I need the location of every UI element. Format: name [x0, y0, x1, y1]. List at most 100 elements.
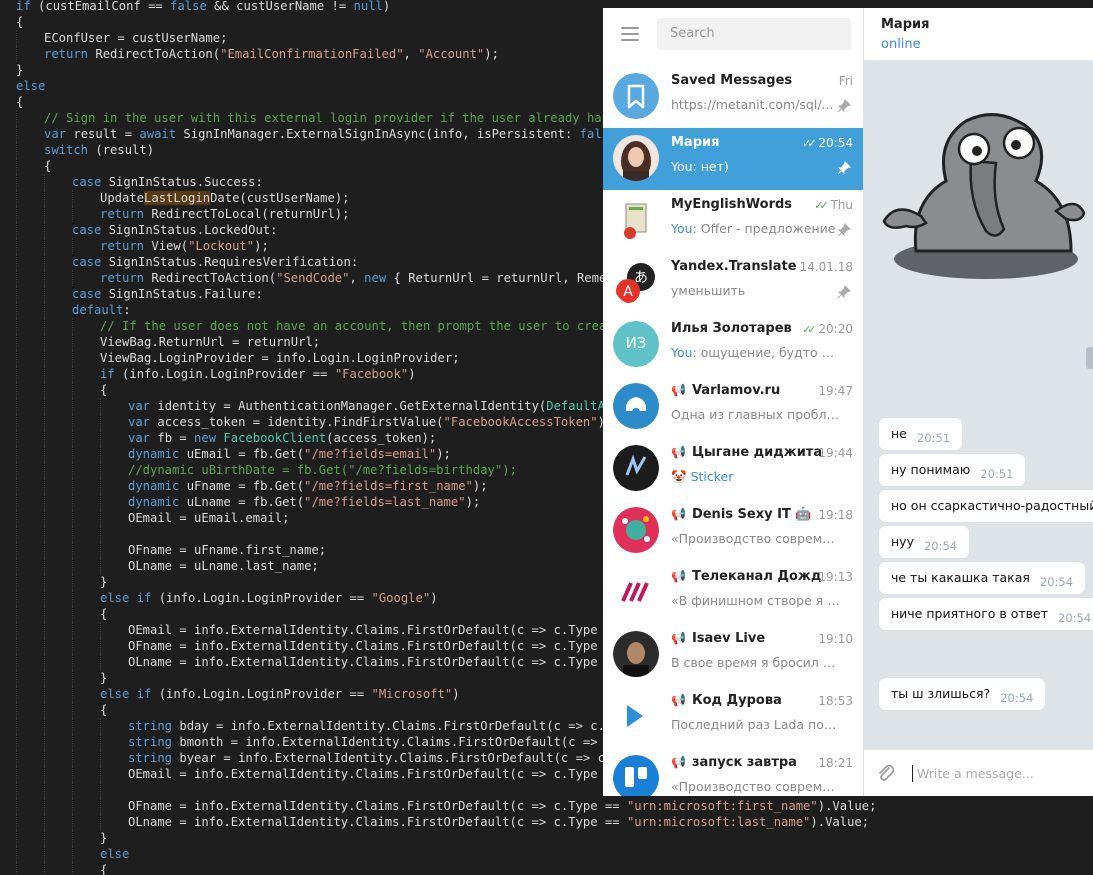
- code-token: else: [100, 847, 130, 861]
- code-token: OFname = info.ExternalIdentity.Claims.Fi…: [128, 799, 627, 813]
- conversation-panel: Мария online не 20:51 ну понимаю 20:51 но он…: [863, 8, 1093, 796]
- indent-guide: [16, 206, 44, 222]
- message-bubble[interactable]: ну понимаю 20:51: [879, 454, 1026, 486]
- indent-guide: [16, 110, 44, 126]
- chat-item[interactable]: Saved Messages Fri https://metanit.com/sql…: [603, 66, 863, 128]
- avatar: [613, 73, 659, 119]
- code-line[interactable]: OLname = info.ExternalIdentity.Claims.Fi…: [0, 814, 935, 830]
- chat-name: Илья Золотарев: [671, 321, 821, 336]
- chat-item[interactable]: MyEnglishWords ✓✓ Thu You: Offer - предлож…: [603, 190, 863, 252]
- menu-icon[interactable]: [621, 27, 639, 41]
- chat-list: Saved Messages Fri https://metanit.com/sql…: [603, 66, 863, 796]
- indent-guide: [72, 574, 100, 590]
- code-token: {: [100, 607, 108, 621]
- chat-timestamp: Thu: [830, 198, 853, 212]
- composer: Write a message...: [864, 749, 1093, 796]
- conversation-header[interactable]: Мария online: [864, 8, 1093, 61]
- chat-preview: уменьшить: [671, 283, 841, 298]
- paperclip-icon[interactable]: [876, 763, 896, 783]
- chat-name: 📢 Цыгане диджитал: [671, 445, 821, 460]
- chat-item[interactable]: 📢 Isaev Live 19:10 В свое время я бросил ун…: [603, 624, 863, 686]
- code-token: "FacebookAccessToken": [443, 415, 598, 429]
- code-token: "Facebook": [334, 367, 409, 381]
- sticker-icon: 🤡: [671, 469, 687, 484]
- code-line[interactable]: OFname = info.ExternalIdentity.Claims.Fi…: [0, 798, 935, 814]
- avatar: [613, 135, 659, 181]
- chat-item[interactable]: 📢 Код Дурова 18:53 Последний раз Lada поста…: [603, 686, 863, 748]
- read-check-icon: ✓✓: [802, 137, 817, 150]
- chat-item[interactable]: 📢 Телеканал Дождь 19:13 «В финишном створе …: [603, 562, 863, 624]
- indent-guide: [72, 206, 100, 222]
- chat-name: 📢 Isaev Live: [671, 631, 821, 646]
- message-bubble[interactable]: нуу 20:54: [879, 526, 970, 558]
- code-token: await: [139, 127, 177, 141]
- message-bubble[interactable]: не 20:51: [879, 418, 963, 450]
- chat-item[interactable]: 📢 Denis Sexy IT 🤖 19:18 «Производство совре…: [603, 500, 863, 562]
- indent-guide: [44, 302, 72, 318]
- chat-item[interactable]: 📢 Цыгане диджитал 19:44 🤡 Sticker: [603, 438, 863, 500]
- message-input[interactable]: Write a message...: [917, 766, 1034, 781]
- indent-guide: [72, 414, 100, 430]
- indent-guide: [16, 350, 44, 366]
- indent-guide: [44, 350, 72, 366]
- avatar: [613, 197, 659, 243]
- indent-guide: [72, 750, 100, 766]
- indent-guide: [72, 734, 100, 750]
- code-line[interactable]: else: [0, 846, 935, 862]
- message-bubble[interactable]: но он ссаркастично-радостный: [879, 490, 1093, 522]
- chat-item[interactable]: 📢 запуск завтра 18:21 «Производство совреме…: [603, 748, 863, 796]
- scroll-handle[interactable]: [1086, 347, 1093, 369]
- code-line[interactable]: }: [0, 830, 935, 846]
- chat-item[interactable]: Мария ✓✓ 20:54 You: нет): [603, 128, 863, 190]
- chat-time: 14.01.18: [800, 260, 853, 274]
- avatar: [613, 693, 659, 739]
- indent-guide: [44, 830, 72, 846]
- code-token: ): [382, 0, 391, 13]
- indent-guide: [72, 862, 100, 875]
- message-bubble[interactable]: ниче приятного в ответ 20:54: [879, 598, 1093, 630]
- chat-name: Saved Messages: [671, 73, 821, 88]
- avatar: [613, 507, 659, 553]
- indent-guide: [72, 190, 100, 206]
- message-bubble[interactable]: че ты какашка такая 20:54: [879, 562, 1086, 594]
- indent-guide: [16, 366, 44, 382]
- code-token: (result): [88, 143, 155, 157]
- chat-time: ✓✓ 20:54: [802, 136, 853, 150]
- chat-preview: «Производство современн...: [671, 779, 841, 794]
- code-token: {: [16, 15, 24, 29]
- message-text: ты ш злишься?: [891, 686, 991, 701]
- message-text: нуу: [891, 534, 914, 549]
- chat-item[interactable]: あ A Yandex.Translate 14.01.18 уменьшить: [603, 252, 863, 314]
- indent-guide: [16, 718, 44, 734]
- indent-guide: [100, 462, 128, 478]
- chat-sidebar: Search Saved Messages Fri https://metanit.…: [603, 8, 863, 796]
- chat-time: 19:44: [818, 446, 853, 460]
- indent-guide: [44, 766, 72, 782]
- chat-time: 18:21: [818, 756, 853, 770]
- indent-guide: [100, 638, 128, 654]
- preview-text: Offer - предложение: [700, 221, 836, 236]
- megaphone-icon: 📢: [671, 383, 686, 397]
- indent-guide: [16, 302, 44, 318]
- indent-guide: [16, 654, 44, 670]
- indent-guide: [44, 654, 72, 670]
- code-token: "/me?fields=last_name": [304, 495, 466, 509]
- code-token: :: [123, 303, 131, 317]
- code-token: }: [100, 831, 108, 845]
- search-input[interactable]: Search: [657, 18, 851, 50]
- preview-text: уменьшить: [671, 283, 746, 298]
- code-token: {: [100, 703, 108, 717]
- indent-guide: [16, 798, 44, 814]
- indent-guide: [100, 446, 128, 462]
- indent-guide: [16, 190, 44, 206]
- message-bubble[interactable]: ты ш злишься? 20:54: [879, 678, 1046, 710]
- code-token: case: [72, 175, 102, 189]
- indent-guide: [44, 542, 72, 558]
- chat-item[interactable]: ИЗ Илья Золотарев ✓✓ 20:20 You: ощущение, б…: [603, 314, 863, 376]
- indent-guide: [16, 430, 44, 446]
- indent-guide: [100, 526, 128, 542]
- code-line[interactable]: {: [0, 862, 935, 875]
- chat-item[interactable]: 📢 Varlamov.ru 19:47 Одна из главных проблем…: [603, 376, 863, 438]
- chat-preview: Одна из главных проблем ...: [671, 407, 841, 422]
- indent-guide: [44, 638, 72, 654]
